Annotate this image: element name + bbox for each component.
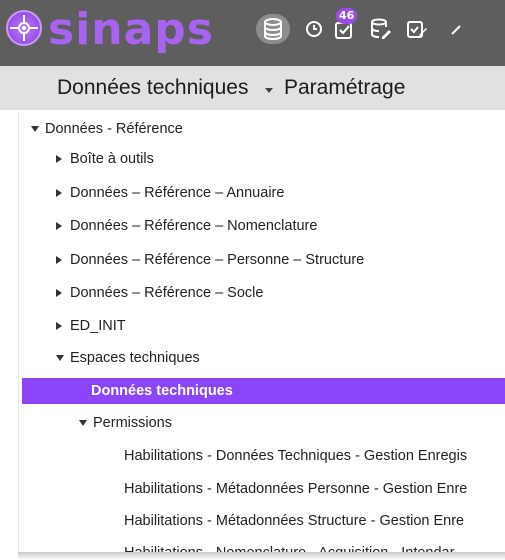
- tree-item-label: Espaces techniques: [70, 350, 200, 366]
- tree-item[interactable]: Données – Référence – Personne – Structu…: [22, 247, 505, 273]
- caret-down-icon[interactable]: [56, 355, 64, 361]
- tree-item[interactable]: Permissions: [22, 410, 505, 436]
- tree-item-label: Données – Référence – Socle: [70, 285, 264, 301]
- caret-right-icon[interactable]: [56, 256, 62, 264]
- tree-item[interactable]: Données – Référence – Socle: [22, 280, 505, 306]
- caret-down-icon[interactable]: [79, 420, 87, 426]
- tree-item[interactable]: Habilitations - Données Techniques - Ges…: [22, 443, 505, 469]
- tree-item[interactable]: ED_INIT: [22, 313, 505, 339]
- database-edit-icon[interactable]: [364, 14, 398, 44]
- caret-right-icon[interactable]: [56, 322, 62, 330]
- tree-item-selected[interactable]: Données techniques: [22, 378, 505, 404]
- tree-item[interactable]: Boîte à outils: [22, 146, 505, 172]
- task-check-icon[interactable]: 46: [328, 8, 362, 44]
- tree-item[interactable]: Données – Référence – Annuaire: [22, 180, 505, 206]
- clock-icon[interactable]: [297, 14, 331, 44]
- tree-item-label: Données – Référence – Nomenclature: [70, 218, 318, 234]
- app-header: sinaps 46: [0, 0, 505, 66]
- tree-item[interactable]: Habilitations - Métadonnées Personne - G…: [22, 476, 505, 502]
- tree-item-label: Boîte à outils: [70, 151, 154, 167]
- caret-right-icon[interactable]: [56, 155, 62, 163]
- tree-item-label: ED_INIT: [70, 318, 126, 334]
- more-tools-icon[interactable]: [440, 14, 474, 44]
- caret-down-icon[interactable]: [31, 126, 39, 132]
- tree-item[interactable]: Espaces techniques: [22, 345, 505, 371]
- chevron-down-icon[interactable]: [265, 88, 273, 93]
- notification-badge: 46: [336, 8, 358, 24]
- tree-item-label: Habilitations - Données Techniques - Ges…: [124, 448, 468, 464]
- page-titlebar: Données techniques Paramétrage: [0, 66, 505, 110]
- tree-item[interactable]: Habilitations - Métadonnées Structure - …: [22, 508, 505, 534]
- tree-item-label: Données – Référence – Annuaire: [70, 185, 285, 201]
- tree-item[interactable]: Données – Référence – Nomenclature: [22, 213, 505, 239]
- tree-item-label: Habilitations - Nomenclature - Acquisiti…: [124, 540, 454, 552]
- form-edit-icon[interactable]: [400, 14, 434, 44]
- tree-item-label: Données - Référence: [45, 121, 183, 137]
- caret-right-icon[interactable]: [56, 189, 62, 197]
- tree-item-label: Habilitations - Métadonnées Structure - …: [124, 513, 465, 529]
- tree-scroll-shadow: [18, 552, 505, 560]
- navigation-tree: Données - Référence Boîte à outils Données…: [0, 112, 505, 552]
- tree-item[interactable]: Données - Référence: [22, 116, 505, 142]
- caret-right-icon[interactable]: [56, 289, 62, 297]
- app-logo-text[interactable]: sinaps: [48, 2, 214, 58]
- tree-item-label: Habilitations - Métadonnées Personne - G…: [124, 481, 468, 497]
- page-title: Données techniques: [57, 76, 249, 99]
- tree-item-label: Données – Référence – Personne – Structu…: [70, 252, 365, 268]
- tree-item-label: Données techniques: [91, 383, 233, 399]
- database-icon[interactable]: [256, 14, 290, 44]
- tree-item[interactable]: Habilitations - Nomenclature - Acquisiti…: [22, 540, 505, 552]
- network-hub-icon[interactable]: [6, 10, 42, 46]
- section-dropdown[interactable]: Paramétrage: [284, 74, 405, 102]
- tree-item-label: Permissions: [93, 415, 172, 431]
- caret-right-icon[interactable]: [56, 222, 62, 230]
